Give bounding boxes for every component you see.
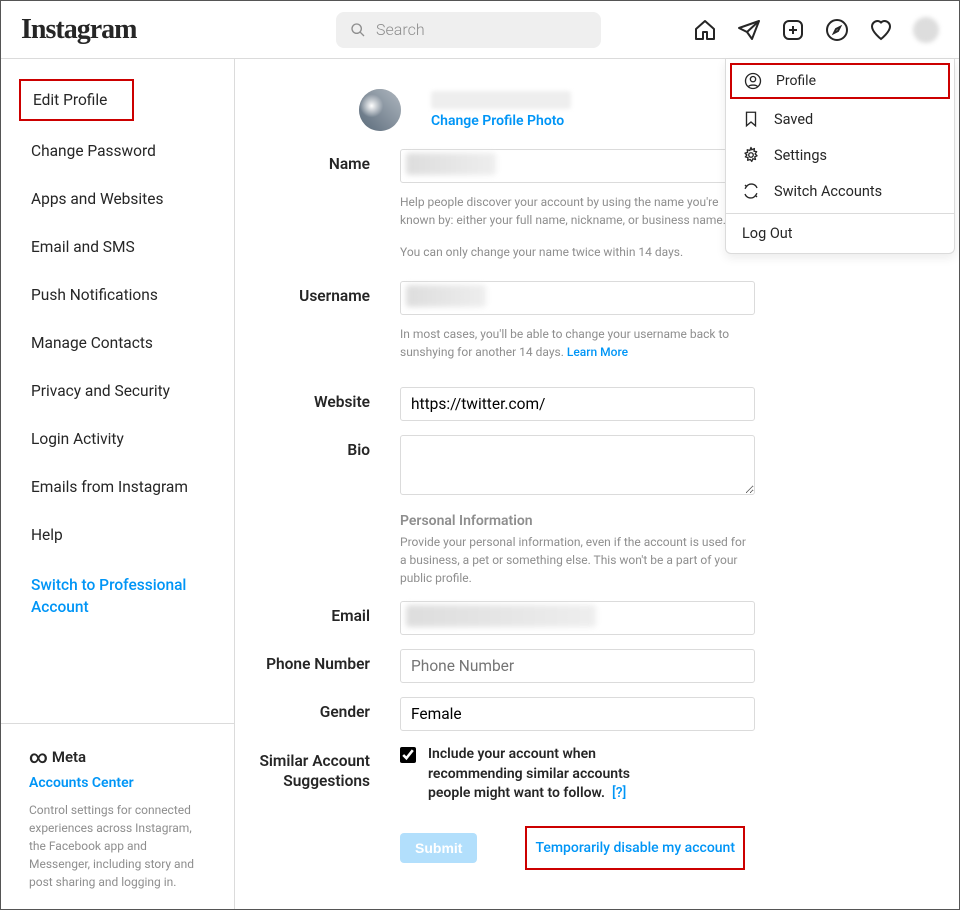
activity-icon[interactable] [869, 18, 893, 42]
personal-info-heading: Personal Information [400, 513, 755, 529]
dropdown-label: Settings [774, 147, 827, 164]
personal-info-desc: Provide your personal information, even … [400, 533, 755, 587]
sidebar-item-login-activity[interactable]: Login Activity [1, 415, 234, 463]
settings-sidebar: Edit Profile Change Password Apps and We… [1, 59, 235, 909]
username-label: Username [235, 281, 400, 305]
sidebar-item-apps-websites[interactable]: Apps and Websites [1, 175, 234, 223]
email-label: Email [235, 601, 400, 625]
avatar[interactable] [913, 17, 939, 43]
search-icon [350, 22, 366, 38]
profile-picture[interactable] [359, 89, 401, 131]
bio-label: Bio [235, 435, 400, 459]
gender-label: Gender [235, 697, 400, 721]
similar-accounts-text: Include your account when recommending s… [428, 745, 658, 804]
sidebar-item-help[interactable]: Help [1, 511, 234, 559]
profile-dropdown: Profile Saved Settings Switch Accounts L… [725, 59, 955, 254]
explore-icon[interactable] [825, 18, 849, 42]
saved-icon [742, 110, 760, 128]
similar-label: Similar Account Suggestions [235, 745, 400, 791]
submit-button[interactable]: Submit [400, 833, 477, 863]
nav-icons [693, 17, 939, 43]
learn-more-link[interactable]: Learn More [567, 345, 628, 359]
sidebar-item-edit-profile[interactable]: Edit Profile [19, 79, 134, 121]
sidebar-item-manage-contacts[interactable]: Manage Contacts [1, 319, 234, 367]
search-placeholder: Search [376, 20, 425, 39]
form-actions: Submit Temporarily disable my account [400, 826, 919, 870]
messenger-icon[interactable] [737, 18, 761, 42]
name-help-2: You can only change your name twice with… [400, 243, 755, 261]
sidebar-item-privacy-security[interactable]: Privacy and Security [1, 367, 234, 415]
phone-label: Phone Number [235, 649, 400, 673]
similar-accounts-checkbox[interactable] [400, 747, 416, 763]
username-display [431, 91, 571, 109]
bio-textarea[interactable] [400, 435, 755, 495]
name-help: Help people discover your account by usi… [400, 193, 755, 229]
meta-icon: ∞ [29, 747, 48, 768]
gender-input[interactable] [400, 697, 755, 731]
header: Instagram Search [1, 1, 959, 59]
sidebar-item-switch-professional[interactable]: Switch to Professional Account [1, 559, 234, 634]
search-input[interactable]: Search [336, 12, 601, 48]
dropdown-item-logout[interactable]: Log Out [726, 214, 954, 253]
username-help: In most cases, you'll be able to change … [400, 325, 755, 361]
name-label: Name [235, 149, 400, 173]
temporarily-disable-link[interactable]: Temporarily disable my account [525, 826, 745, 870]
meta-description: Control settings for connected experienc… [29, 801, 206, 891]
sidebar-footer: ∞ Meta Accounts Center Control settings … [1, 723, 234, 909]
accounts-center-link[interactable]: Accounts Center [29, 775, 206, 791]
dropdown-label: Saved [774, 111, 813, 128]
dropdown-item-switch[interactable]: Switch Accounts [726, 173, 954, 209]
sidebar-item-change-password[interactable]: Change Password [1, 127, 234, 175]
new-post-icon[interactable] [781, 18, 805, 42]
meta-brand: Meta [52, 748, 86, 766]
sidebar-item-emails-instagram[interactable]: Emails from Instagram [1, 463, 234, 511]
settings-icon [742, 146, 760, 164]
dropdown-item-profile[interactable]: Profile [730, 63, 950, 99]
website-label: Website [235, 387, 400, 411]
instagram-logo[interactable]: Instagram [21, 14, 136, 46]
help-link[interactable]: [?] [612, 785, 626, 801]
change-profile-photo-link[interactable]: Change Profile Photo [431, 113, 571, 129]
profile-icon [744, 72, 762, 90]
home-icon[interactable] [693, 18, 717, 42]
sidebar-item-push-notifications[interactable]: Push Notifications [1, 271, 234, 319]
meta-logo: ∞ Meta [29, 746, 206, 767]
dropdown-item-saved[interactable]: Saved [726, 101, 954, 137]
dropdown-label: Switch Accounts [774, 183, 882, 200]
sidebar-item-email-sms[interactable]: Email and SMS [1, 223, 234, 271]
switch-icon [742, 182, 760, 200]
website-input[interactable] [400, 387, 755, 421]
dropdown-label: Profile [776, 73, 816, 89]
phone-input[interactable] [400, 649, 755, 683]
dropdown-item-settings[interactable]: Settings [726, 137, 954, 173]
